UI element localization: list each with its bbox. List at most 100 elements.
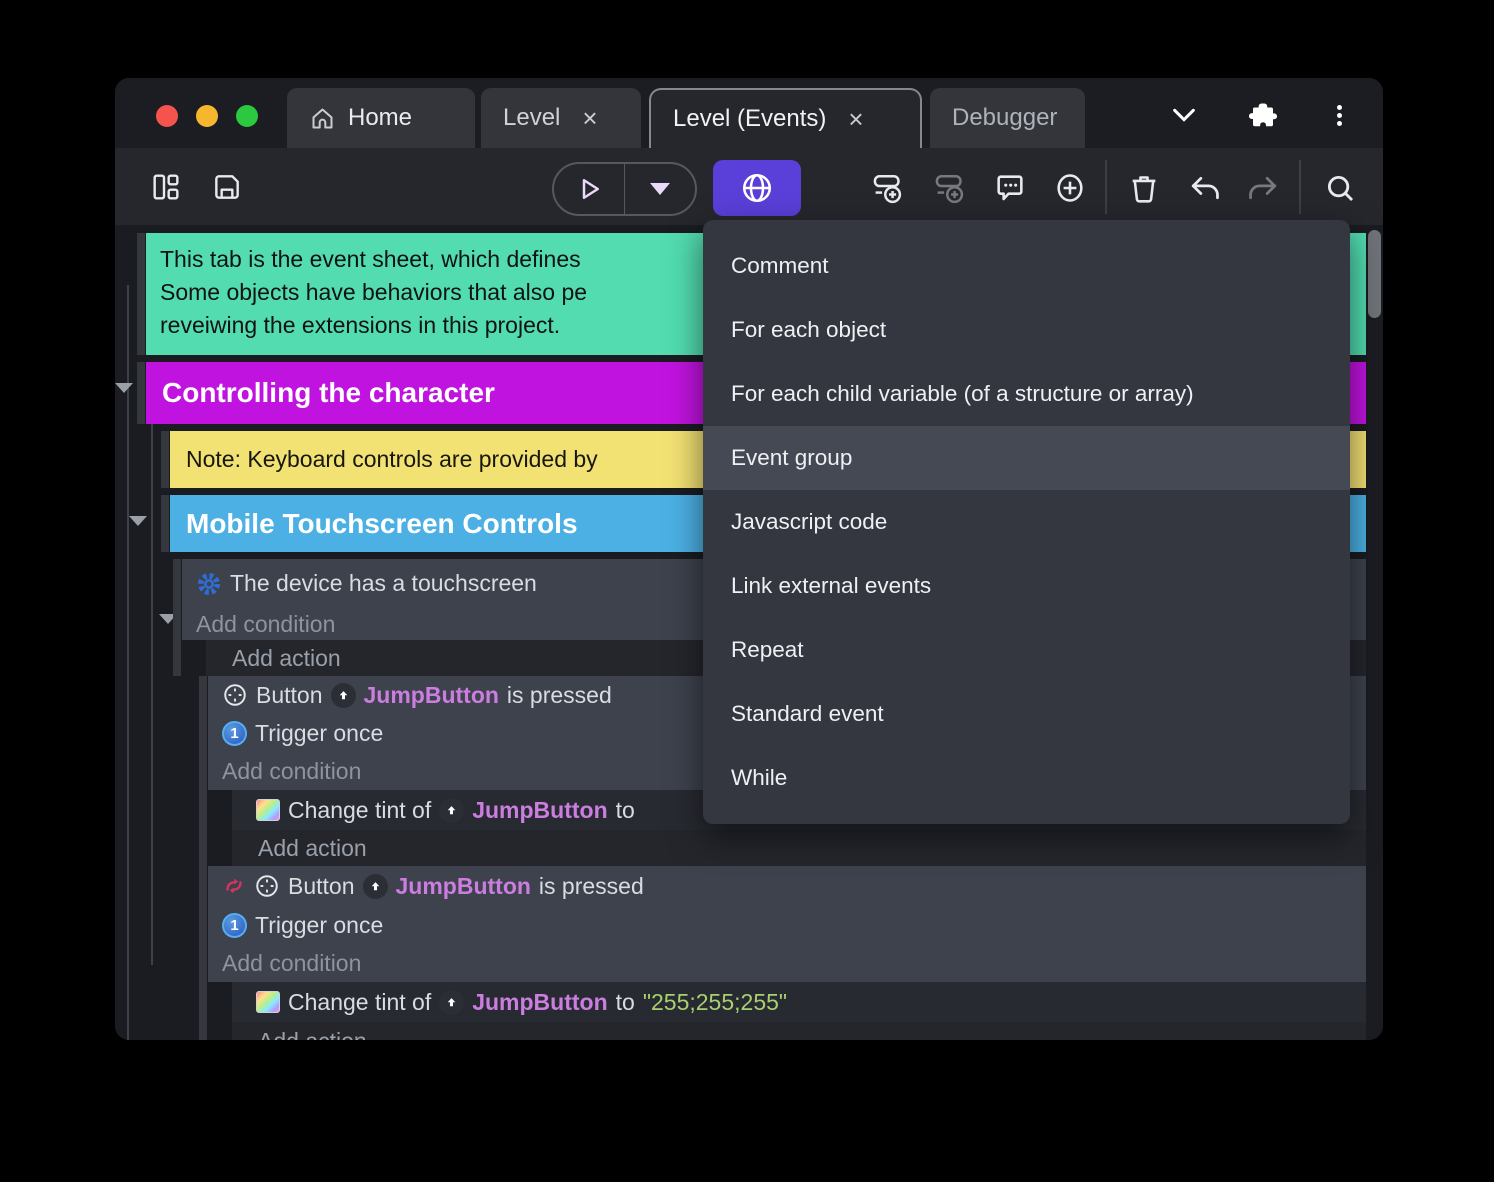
add-event-context-menu: Comment For each object For each child v… [703,220,1350,824]
tab-label: Home [348,104,413,131]
condition-text[interactable]: The device has a touchscreen [230,570,537,597]
search-icon[interactable] [1323,171,1355,203]
redo-icon[interactable] [1245,171,1277,203]
action-verb: Change tint of [288,796,432,823]
collapse-arrow-icon[interactable] [115,383,133,393]
trigger-once-icon: 1 [222,912,247,938]
tab-label: Level (Events) [673,105,827,132]
action-text: to [615,796,635,823]
save-icon[interactable] [211,171,243,203]
preview-split-button [552,162,697,216]
jumpbutton-object-icon [439,989,465,1015]
overflow-menu-kebab-icon[interactable] [1337,102,1342,129]
add-subevent-icon[interactable] [933,171,965,204]
globe-icon [742,173,772,203]
action-text: to [615,988,635,1015]
close-tab-icon[interactable]: × [582,105,597,131]
group-title: Mobile Touchscreen Controls [186,507,578,539]
delete-trash-icon[interactable] [1127,171,1159,203]
play-preview-button[interactable] [554,164,624,214]
tab-debugger[interactable]: Debugger [930,88,1085,148]
tab-home[interactable]: Home [287,88,475,148]
add-event-globe-button[interactable] [713,160,801,216]
condition-predicate: is pressed [506,681,612,708]
tab-label: Level [503,104,561,131]
jumpbutton-object-icon [362,873,388,899]
menu-item-while[interactable]: While [703,746,1350,810]
add-condition-link[interactable]: Add condition [222,950,361,977]
menu-item-for-each-child-variable[interactable]: For each child variable (of a structure … [703,362,1350,426]
add-object-plus-icon[interactable] [1053,171,1085,203]
plugin-name: Button [256,681,323,708]
button-plugin-icon [254,873,280,899]
add-condition-link[interactable]: Add condition [222,758,361,785]
maximize-window-button[interactable] [236,105,258,127]
jumpbutton-object-icon [330,682,356,708]
menu-item-link-external-events[interactable]: Link external events [703,554,1350,618]
group-title: Controlling the character [162,377,495,408]
block-handle[interactable] [137,233,145,355]
action-change-tint[interactable]: Change tint of JumpButton to "255;255;25… [232,982,1366,1022]
tint-icon [256,991,280,1013]
object-name: JumpButton [472,988,608,1015]
add-action-link[interactable]: Add action [232,1022,1366,1040]
trigger-once-icon: 1 [222,720,247,746]
action-verb: Change tint of [288,988,432,1015]
tree-line [127,285,129,1040]
object-name: JumpButton [472,796,608,823]
add-event-icon[interactable] [871,171,903,204]
minimize-window-button[interactable] [196,105,218,127]
toolbar [115,148,1383,225]
menu-item-for-each-object[interactable]: For each object [703,298,1350,362]
app-window: Home Level × Level (Events) × Debugger T… [115,78,1383,1040]
collapse-arrow-icon[interactable] [129,516,147,526]
menu-item-repeat[interactable]: Repeat [703,618,1350,682]
block-handle[interactable] [161,431,169,488]
action-value: "255;255;255" [642,988,788,1015]
add-comment-icon[interactable] [993,171,1025,203]
undo-icon[interactable] [1187,171,1219,203]
inverted-condition-icon [222,874,246,898]
block-handle[interactable] [137,362,145,424]
tree-line [151,375,153,965]
note-text: Note: Keyboard controls are provided by [186,446,598,472]
play-icon [582,179,599,199]
toolbar-separator [1299,160,1301,214]
condition-predicate: is pressed [538,872,644,899]
layout-panels-icon[interactable] [150,171,182,203]
addons-puzzle-icon[interactable] [1248,100,1278,135]
object-name: JumpButton [395,872,531,899]
screenshot-stage: Home Level × Level (Events) × Debugger T… [0,0,1494,1182]
caret-down-icon [650,183,670,195]
jumpbutton-object-icon [439,797,465,823]
menu-item-comment[interactable]: Comment [703,234,1350,298]
menu-item-standard-event[interactable]: Standard event [703,682,1350,746]
block-handle[interactable] [173,559,181,676]
tab-level-events[interactable]: Level (Events) × [649,88,922,148]
add-action-link[interactable]: Add action [232,830,1366,866]
tab-list-chevron-down-icon[interactable] [1170,104,1198,131]
block-handle[interactable] [199,676,207,866]
titlebar: Home Level × Level (Events) × Debugger [115,78,1383,148]
close-window-button[interactable] [156,105,178,127]
object-name: JumpButton [363,681,499,708]
event-block-jumpbutton-not-pressed[interactable]: Button JumpButton is pressed 1 Trigger o… [208,866,1366,982]
add-condition-link[interactable]: Add condition [196,611,335,638]
condition-text[interactable]: Trigger once [255,720,383,747]
menu-item-event-group[interactable]: Event group [703,426,1350,490]
home-icon [309,105,336,132]
menu-item-javascript-code[interactable]: Javascript code [703,490,1350,554]
condition-text[interactable]: Trigger once [255,912,383,939]
block-handle[interactable] [161,495,169,552]
tab-label: Debugger [952,104,1058,131]
close-tab-icon[interactable]: × [848,106,863,132]
toolbar-separator [1105,160,1107,214]
vertical-scrollbar-thumb[interactable] [1368,230,1381,318]
plugin-name: Button [288,872,355,899]
gear-icon [196,571,222,597]
preview-options-dropdown[interactable] [625,164,695,214]
tint-icon [256,799,280,821]
tab-level[interactable]: Level × [481,88,641,148]
button-plugin-icon [222,682,248,708]
block-handle[interactable] [199,866,207,1040]
